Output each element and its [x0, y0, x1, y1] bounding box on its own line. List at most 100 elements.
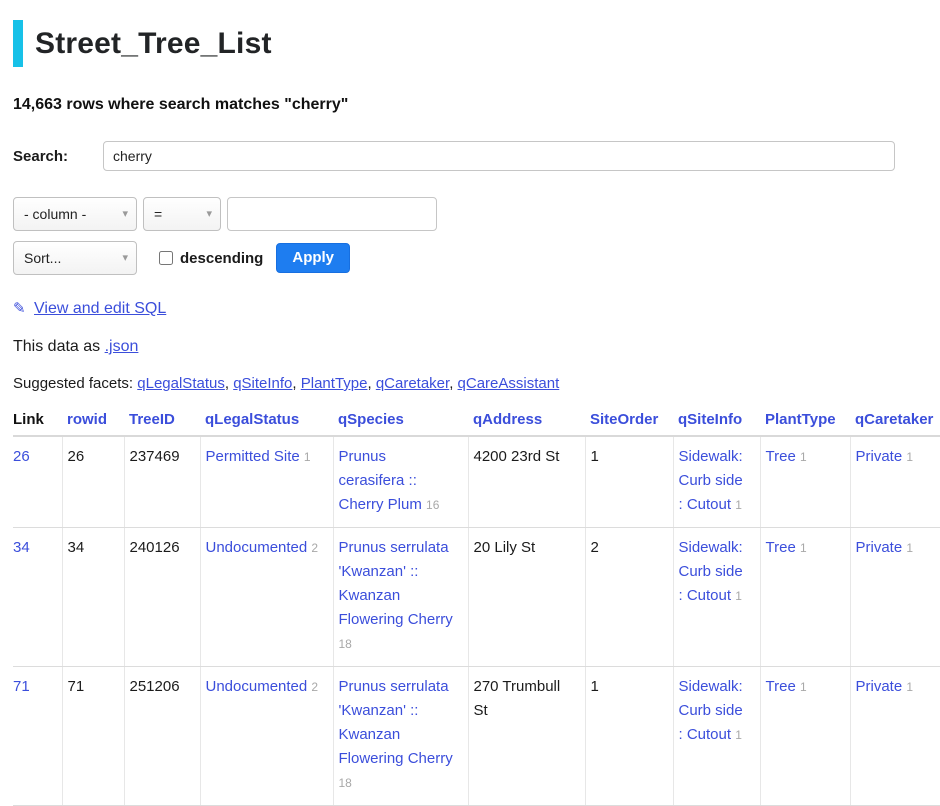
- facet-value-link[interactable]: Tree: [766, 678, 796, 695]
- facet-value-link[interactable]: Prunus cerasifera :: Cherry Plum: [339, 448, 422, 513]
- facet-count: 1: [735, 728, 742, 742]
- col-header-qlegalstatus: qLegalStatus: [200, 407, 333, 436]
- cell-siteorder: 1: [585, 436, 673, 528]
- cell-qlegalstatus: Undocumented 2: [200, 667, 333, 806]
- cell-treeid: 240126: [124, 528, 200, 667]
- facet-count: 1: [800, 450, 807, 464]
- suggested-facets-line: Suggested facets: qLegalStatus, qSiteInf…: [13, 375, 940, 392]
- apply-button[interactable]: Apply: [276, 243, 350, 273]
- facet-count: 1: [906, 541, 913, 555]
- facet-link-qlegalstatus[interactable]: qLegalStatus: [137, 375, 225, 392]
- col-header-qspecies: qSpecies: [333, 407, 468, 436]
- sort-by-siteorder[interactable]: SiteOrder: [590, 411, 658, 428]
- facet-value-link[interactable]: Tree: [766, 448, 796, 465]
- facet-value-link[interactable]: Prunus serrulata 'Kwanzan' :: Kwanzan Fl…: [339, 678, 453, 767]
- cell-qsiteinfo: Sidewalk: Curb side : Cutout 1: [673, 436, 760, 528]
- cell-treeid: 251206: [124, 667, 200, 806]
- search-label: Search:: [13, 148, 103, 165]
- col-header-link: Link: [13, 407, 62, 436]
- cell-siteorder: 2: [585, 528, 673, 667]
- cell-rowid: 71: [62, 667, 124, 806]
- facet-value-link[interactable]: Prunus serrulata 'Kwanzan' :: Kwanzan Fl…: [339, 539, 453, 628]
- filter-column-select[interactable]: - column -: [13, 197, 137, 231]
- facet-count: 18: [339, 637, 352, 651]
- facet-link-planttype[interactable]: PlantType: [301, 375, 368, 392]
- row-count-summary: 14,663 rows where search matches "cherry…: [13, 96, 940, 114]
- facet-value-link[interactable]: Private: [856, 678, 903, 695]
- facet-count: 1: [304, 450, 311, 464]
- col-header-siteorder: SiteOrder: [585, 407, 673, 436]
- col-header-qaddress: qAddress: [468, 407, 585, 436]
- cell-qspecies: Prunus serrulata 'Kwanzan' :: Kwanzan Fl…: [333, 667, 468, 806]
- cell-link: 26: [13, 436, 62, 528]
- sort-by-rowid[interactable]: rowid: [67, 411, 107, 428]
- facet-count: 1: [735, 589, 742, 603]
- facet-count: 2: [311, 680, 318, 694]
- sort-by-qaddress[interactable]: qAddress: [473, 411, 542, 428]
- table-row: 34 34 240126 Undocumented 2 Prunus serru…: [13, 528, 940, 667]
- facet-link-qsiteinfo[interactable]: qSiteInfo: [233, 375, 292, 392]
- search-form: Search:: [13, 141, 940, 171]
- data-as-line: This data as .json: [13, 338, 940, 356]
- facet-value-link[interactable]: Tree: [766, 539, 796, 556]
- sort-by-treeid[interactable]: TreeID: [129, 411, 175, 428]
- sort-by-qsiteinfo[interactable]: qSiteInfo: [678, 411, 742, 428]
- col-header-qsiteinfo: qSiteInfo: [673, 407, 760, 436]
- facet-value-link[interactable]: Sidewalk: Curb side : Cutout: [679, 678, 743, 743]
- cell-treeid: 237469: [124, 436, 200, 528]
- view-edit-sql-link[interactable]: View and edit SQL: [34, 300, 166, 317]
- cell-qspecies: Prunus serrulata 'Kwanzan' :: Kwanzan Fl…: [333, 528, 468, 667]
- table-row: 26 26 237469 Permitted Site 1 Prunus cer…: [13, 436, 940, 528]
- facet-value-link[interactable]: Permitted Site: [206, 448, 300, 465]
- sort-by-qspecies[interactable]: qSpecies: [338, 411, 404, 428]
- filter-value-input[interactable]: [227, 197, 437, 231]
- row-link[interactable]: 71: [13, 678, 30, 695]
- cell-link: 71: [13, 667, 62, 806]
- col-header-planttype: PlantType: [760, 407, 850, 436]
- descending-label: descending: [180, 250, 263, 267]
- filter-operator-select[interactable]: =: [143, 197, 221, 231]
- cell-qlegalstatus: Permitted Site 1: [200, 436, 333, 528]
- pencil-icon: ✎: [13, 300, 26, 317]
- descending-checkbox[interactable]: [159, 251, 173, 265]
- cell-qcaretaker: Private 1: [850, 667, 940, 806]
- cell-siteorder: 1: [585, 667, 673, 806]
- facet-count: 16: [426, 498, 439, 512]
- sort-by-qcaretaker[interactable]: qCaretaker: [855, 411, 933, 428]
- data-as-prefix: This data as: [13, 338, 100, 355]
- col-header-rowid: rowid: [62, 407, 124, 436]
- row-link[interactable]: 34: [13, 539, 30, 556]
- facet-value-link[interactable]: Sidewalk: Curb side : Cutout: [679, 539, 743, 604]
- facet-value-link[interactable]: Private: [856, 448, 903, 465]
- facet-link-qcareassistant[interactable]: qCareAssistant: [458, 375, 560, 392]
- table-row: 71 71 251206 Undocumented 2 Prunus serru…: [13, 667, 940, 806]
- search-input[interactable]: [103, 141, 895, 171]
- facet-value-link[interactable]: Private: [856, 539, 903, 556]
- sort-by-planttype[interactable]: PlantType: [765, 411, 836, 428]
- facet-value-link[interactable]: Undocumented: [206, 678, 308, 695]
- cell-qcaretaker: Private 1: [850, 528, 940, 667]
- cell-rowid: 34: [62, 528, 124, 667]
- facet-link-qcaretaker[interactable]: qCaretaker: [376, 375, 449, 392]
- cell-qsiteinfo: Sidewalk: Curb side : Cutout 1: [673, 528, 760, 667]
- facet-count: 1: [906, 450, 913, 464]
- cell-link: 34: [13, 528, 62, 667]
- cell-qspecies: Prunus cerasifera :: Cherry Plum 16: [333, 436, 468, 528]
- sort-by-qlegalstatus[interactable]: qLegalStatus: [205, 411, 299, 428]
- row-link[interactable]: 26: [13, 448, 30, 465]
- sort-row: Sort... ▾ descending Apply: [13, 241, 940, 275]
- table-header-row: Link rowid TreeID qLegalStatus qSpecies …: [13, 407, 940, 436]
- cell-qaddress: 4200 23rd St: [468, 436, 585, 528]
- filter-row: - column - ▾ = ▾: [13, 197, 940, 231]
- cell-qaddress: 270 Trumbull St: [468, 667, 585, 806]
- facet-value-link[interactable]: Undocumented: [206, 539, 308, 556]
- facet-count: 18: [339, 776, 352, 790]
- cell-qlegalstatus: Undocumented 2: [200, 528, 333, 667]
- json-link[interactable]: .json: [105, 338, 139, 355]
- sql-line: ✎ View and edit SQL: [13, 299, 940, 318]
- cell-rowid: 26: [62, 436, 124, 528]
- facet-count: 2: [311, 541, 318, 555]
- sort-column-select[interactable]: Sort...: [13, 241, 137, 275]
- facet-value-link[interactable]: Sidewalk: Curb side : Cutout: [679, 448, 743, 513]
- cell-planttype: Tree 1: [760, 436, 850, 528]
